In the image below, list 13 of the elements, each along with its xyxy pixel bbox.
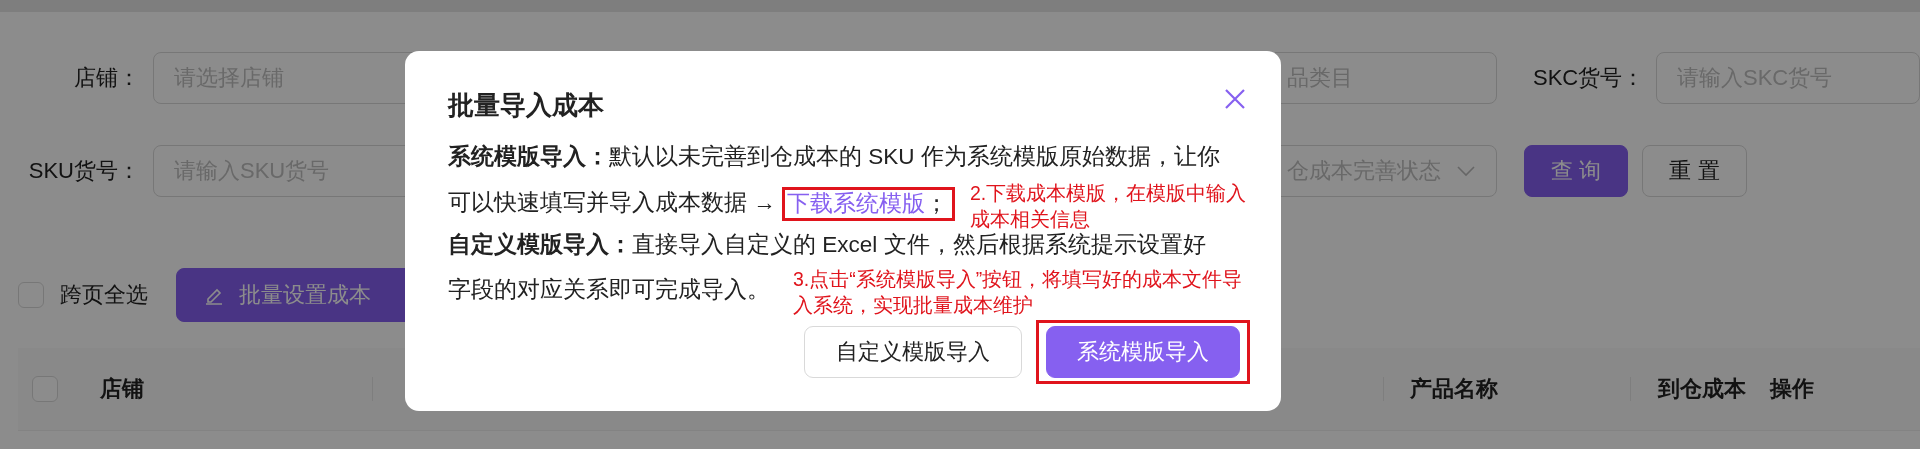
field-label: SKC货号： bbox=[1533, 64, 1643, 92]
annotation-note: 2.下载成本模版，在模版中输入成本相关信息 bbox=[970, 181, 1248, 232]
checkbox-label: 跨页全选 bbox=[60, 281, 148, 309]
annotation-note: 3.点击“系统模版导入”按钮，将填写好的成本文件导入系统，实现批量成本维护 bbox=[793, 267, 1244, 318]
field-label: SKU货号： bbox=[27, 157, 140, 185]
field-label: 店铺： bbox=[73, 64, 140, 92]
column-header: 产品名称 bbox=[1410, 375, 1499, 403]
column-header: 操作 bbox=[1770, 375, 1815, 403]
column-header: 店铺 bbox=[100, 375, 145, 403]
instruction-text: 自定义模版导入：直接导入自定义的 Excel 文件，然后根据系统提示设置好 bbox=[448, 234, 1206, 256]
punctuation-text: ； bbox=[925, 191, 948, 216]
instruction-text: 字段的对应关系即可完成导入。 bbox=[448, 279, 770, 301]
column-header: 到仓成本 bbox=[1658, 375, 1747, 403]
